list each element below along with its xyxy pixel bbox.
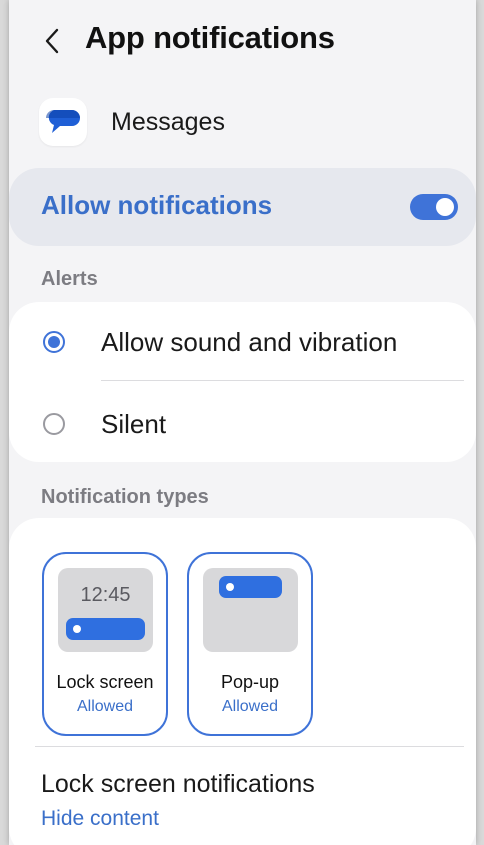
tile-name: Pop-up xyxy=(220,672,280,692)
divider xyxy=(35,746,464,747)
divider xyxy=(101,380,464,381)
app-name: Messages xyxy=(111,107,225,136)
alert-option-sound-vibration[interactable]: Allow sound and vibration xyxy=(9,302,476,382)
allow-notifications-label: Allow notifications xyxy=(41,190,273,220)
pop-up-preview xyxy=(203,568,298,652)
page-title: App notifications xyxy=(85,20,335,55)
lock-screen-preview: 12:45 xyxy=(58,568,153,652)
tile-status: Allowed xyxy=(76,698,134,715)
allow-notifications-row[interactable]: Allow notifications xyxy=(9,168,476,246)
pill-dot xyxy=(226,583,234,591)
chevron-left-icon xyxy=(45,28,59,54)
alert-option-silent[interactable]: Silent xyxy=(9,384,476,464)
alert-option-label: Silent xyxy=(101,408,167,439)
app-notifications-screen: App notifications Messages Allow notific… xyxy=(9,0,476,845)
radio-unselected-icon[interactable] xyxy=(43,413,65,435)
tile-status: Allowed xyxy=(221,698,279,715)
back-button[interactable] xyxy=(39,22,65,60)
allow-notifications-toggle[interactable] xyxy=(410,194,458,220)
preview-clock: 12:45 xyxy=(80,584,131,606)
notification-type-pop-up[interactable]: Pop-up Allowed xyxy=(187,552,313,736)
tile-name: Lock screen xyxy=(56,672,154,692)
top-app-bar: App notifications xyxy=(9,0,476,84)
lock-screen-notifications-value: Hide content xyxy=(41,807,159,830)
notification-pill xyxy=(66,618,145,640)
alerts-section-label: Alerts xyxy=(41,268,98,290)
notification-types-section-label: Notification types xyxy=(41,486,209,508)
lock-screen-notifications-title[interactable]: Lock screen notifications xyxy=(41,770,315,799)
messages-app-icon xyxy=(39,98,87,146)
radio-selected-icon[interactable] xyxy=(43,331,65,353)
pill-dot xyxy=(73,625,81,633)
toggle-knob xyxy=(436,198,454,216)
app-info-row: Messages xyxy=(39,97,225,147)
alerts-card: Allow sound and vibration Silent xyxy=(9,302,476,462)
chat-bubble-icon xyxy=(46,110,80,133)
notification-pill xyxy=(219,576,282,598)
alert-option-label: Allow sound and vibration xyxy=(101,326,398,357)
notification-type-lock-screen[interactable]: 12:45 Lock screen Allowed xyxy=(42,552,168,736)
